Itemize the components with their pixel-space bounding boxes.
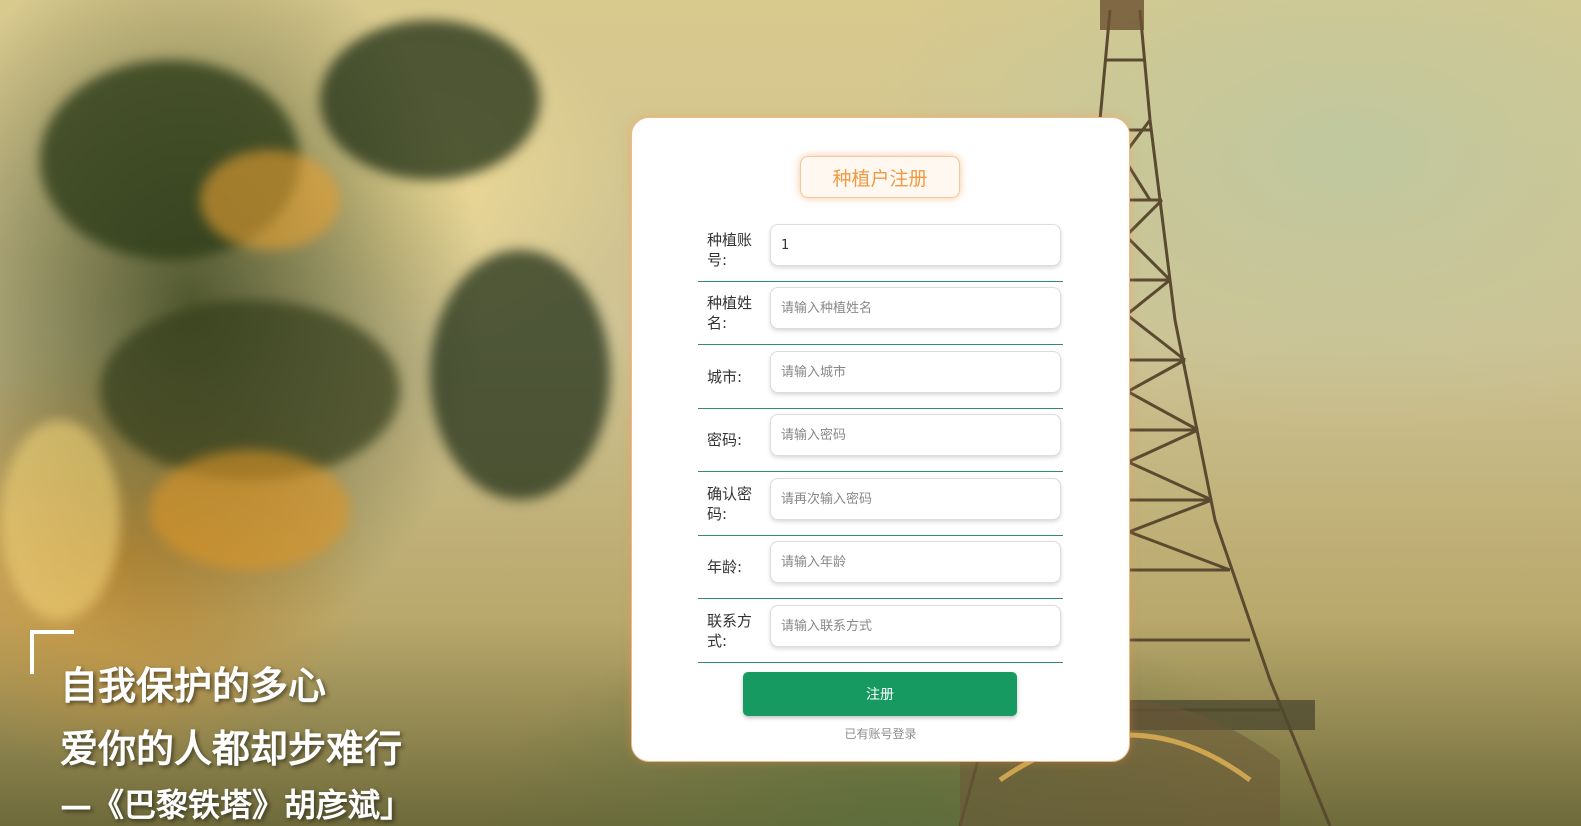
- field-row-account: 种植账号:: [698, 218, 1063, 282]
- field-row-city: 城市:: [698, 345, 1063, 409]
- field-label-city: 城市:: [707, 367, 743, 386]
- contact-input[interactable]: [770, 605, 1061, 647]
- field-label-account: 种植账号:: [707, 230, 753, 269]
- field-label-name: 种植姓名:: [707, 293, 753, 332]
- city-input[interactable]: [770, 351, 1061, 393]
- name-input[interactable]: [770, 287, 1061, 329]
- age-input[interactable]: [770, 541, 1061, 583]
- field-row-confirm-password: 确认密码:: [698, 472, 1063, 536]
- field-row-contact: 联系方式:: [698, 599, 1063, 663]
- form-title-box: 种植户注册: [800, 156, 960, 198]
- confirm-password-input[interactable]: [770, 478, 1061, 520]
- field-label-confirm-password: 确认密码:: [707, 484, 753, 523]
- account-input[interactable]: [770, 224, 1061, 266]
- quote-line-2: 爱你的人都却步难行: [60, 726, 403, 771]
- field-row-age: 年龄:: [698, 535, 1063, 599]
- login-link[interactable]: 已有账号登录: [632, 725, 1129, 742]
- quote-line-3: —《巴黎铁塔》胡彦斌」: [60, 786, 413, 824]
- register-button[interactable]: 注册: [743, 672, 1017, 716]
- field-label-age: 年龄:: [707, 557, 743, 576]
- form-title: 种植户注册: [832, 167, 928, 190]
- field-row-name: 种植姓名:: [698, 281, 1063, 345]
- field-row-password: 密码:: [698, 408, 1063, 472]
- field-label-password: 密码:: [707, 430, 743, 449]
- field-label-contact: 联系方式:: [707, 611, 753, 650]
- password-input[interactable]: [770, 414, 1061, 456]
- register-card: 种植户注册 种植账号: 种植姓名: 城市: 密码: 确认密码: 年龄: 联系方式…: [631, 117, 1130, 762]
- quote-line-1: 自我保护的多心: [60, 663, 327, 708]
